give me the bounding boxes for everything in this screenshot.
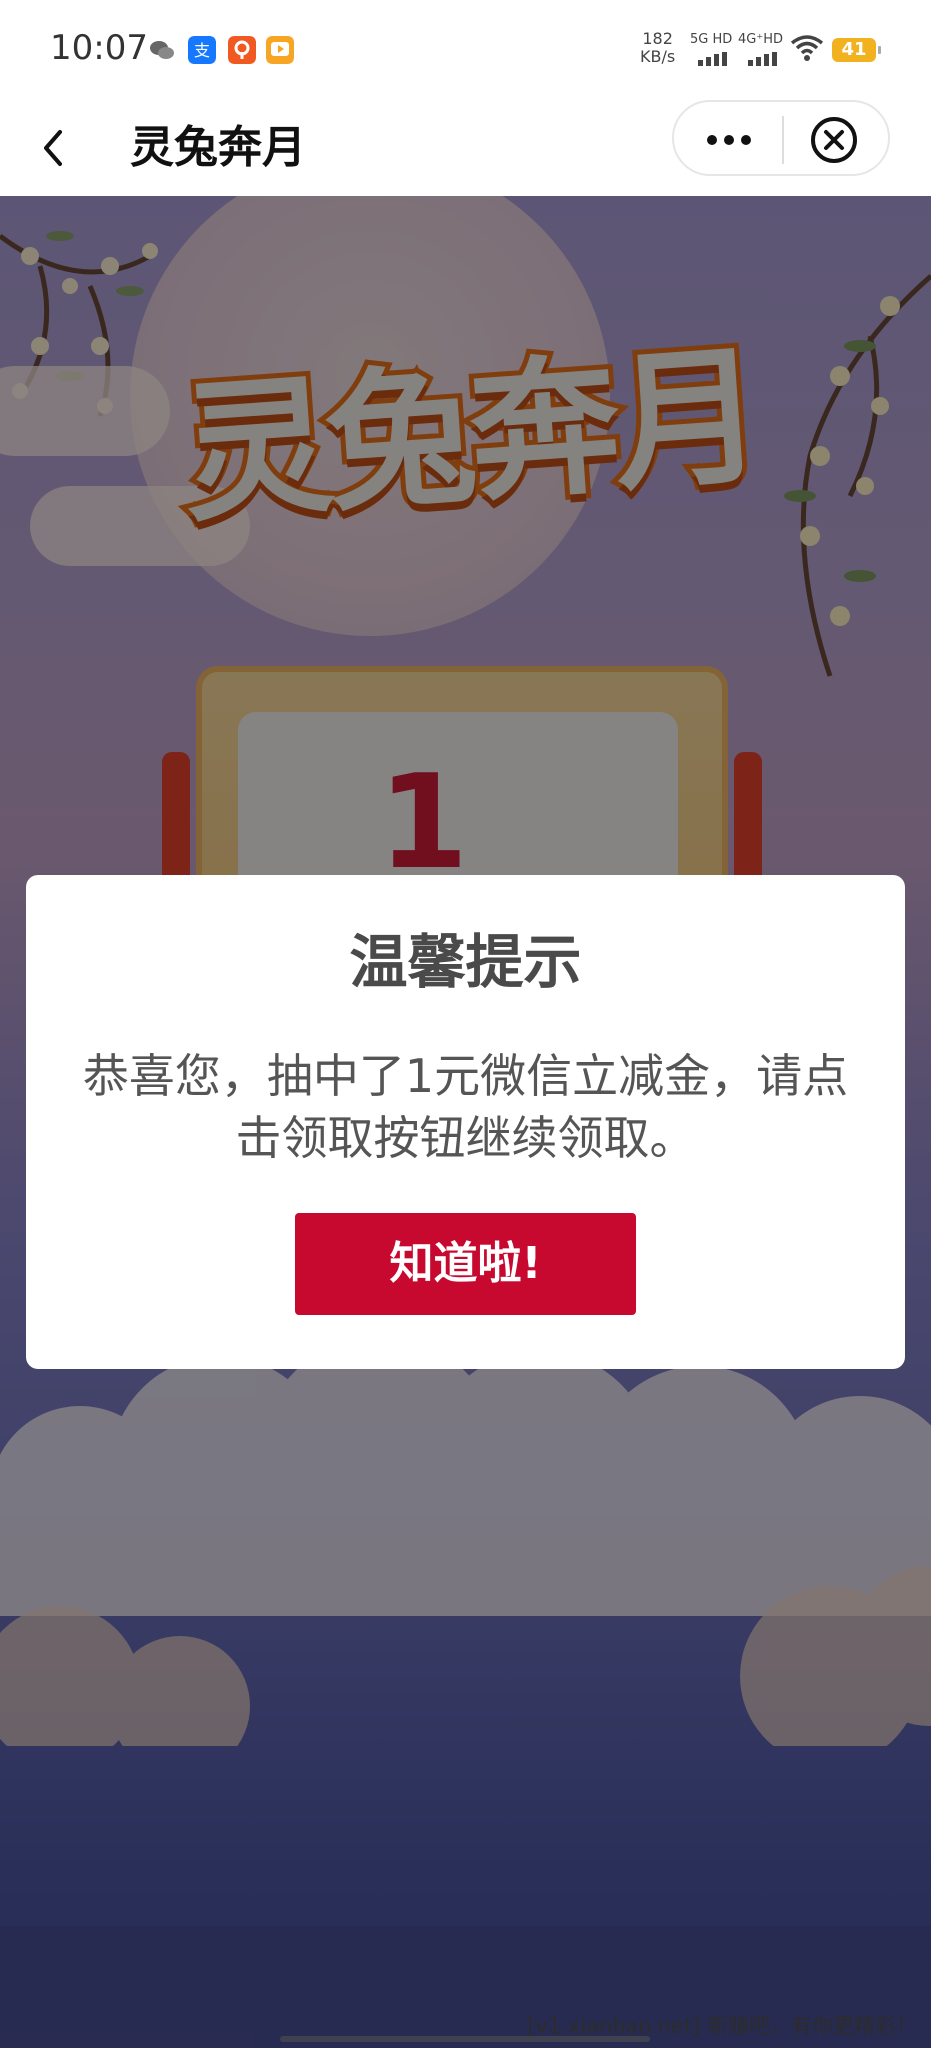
wifi-icon: [790, 35, 824, 61]
sim2-signal-icon: [748, 52, 777, 66]
video-app-icon: [266, 36, 294, 64]
more-dots-icon[interactable]: [694, 110, 764, 166]
status-time: 10:07: [50, 28, 148, 68]
net-speed-value: 182: [642, 29, 673, 48]
battery-indicator: 41: [832, 38, 881, 62]
chevron-left-icon[interactable]: [38, 118, 94, 178]
alipay-icon: 支: [188, 36, 216, 64]
nav-bar: 灵兔奔月: [0, 100, 931, 196]
dialog-title: 温馨提示: [349, 928, 582, 996]
home-indicator[interactable]: [280, 2036, 650, 2042]
net-speed-unit: KB/s: [640, 47, 676, 66]
capsule-divider: [782, 116, 784, 164]
close-circle-icon[interactable]: [804, 110, 864, 166]
page-title: 灵兔奔月: [130, 122, 306, 173]
confirm-button[interactable]: 知道啦!: [295, 1213, 636, 1315]
status-bar: 10:07 支 182 KB/s 5G HD 4G⁺HD 41: [0, 0, 931, 100]
tip-dialog: 温馨提示 恭喜您，抽中了1元微信立减金，请点击领取按钮继续领取。 知道啦!: [26, 875, 905, 1369]
orange-app-icon: [228, 36, 256, 64]
dialog-message: 恭喜您，抽中了1元微信立减金，请点击领取按钮继续领取。: [82, 1049, 849, 1165]
sim1-signal-icon: [698, 52, 727, 66]
wechat-icon: [150, 41, 174, 59]
sim1-label: 5G HD: [690, 32, 733, 47]
mini-program-capsule: [672, 100, 890, 176]
net-speed: 182 KB/s: [640, 30, 675, 66]
sim2-label: 4G⁺HD: [738, 32, 783, 47]
svg-text:支: 支: [194, 41, 210, 60]
